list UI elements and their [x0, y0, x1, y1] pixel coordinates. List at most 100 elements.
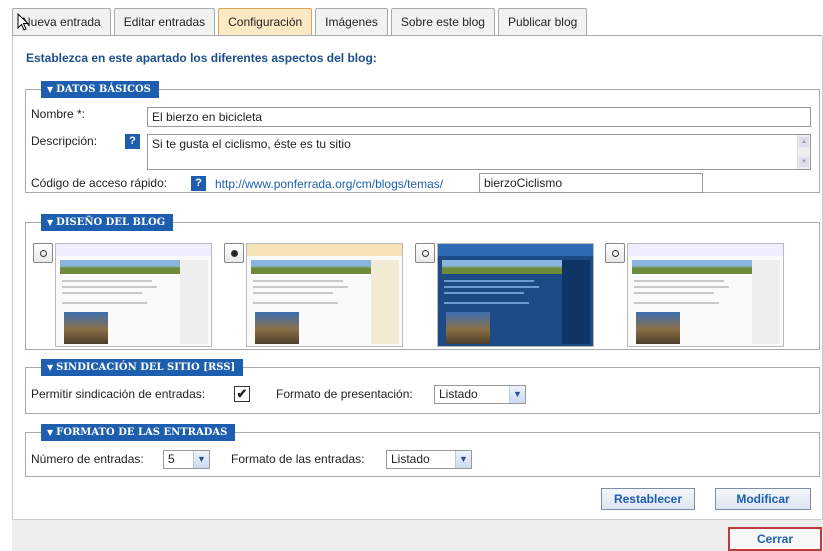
- entries-count-select[interactable]: 5 ▼: [163, 450, 210, 469]
- design-radio-3[interactable]: [415, 243, 435, 263]
- thumb-text-line: [253, 280, 343, 282]
- footer-bar: [12, 519, 823, 551]
- thumb-text-line: [634, 286, 729, 288]
- tab-editar-entradas[interactable]: Editar entradas: [113, 8, 216, 36]
- thumb-text-line: [253, 286, 348, 288]
- entries-count-label: Número de entradas:: [31, 452, 144, 466]
- scroll-down-icon[interactable]: ▼: [799, 157, 809, 167]
- thumb-photo: [636, 312, 680, 344]
- entries-format-value: Listado: [391, 452, 430, 466]
- shortcut-url: http://www.ponferrada.org/cm/blogs/temas…: [215, 177, 444, 191]
- thumb-sidebar: [371, 260, 399, 344]
- thumb-photo: [64, 312, 108, 344]
- collapse-triangle-icon[interactable]: ▼: [47, 427, 53, 437]
- design-option-4[interactable]: [605, 243, 785, 347]
- design-option-3[interactable]: [415, 243, 595, 347]
- close-button[interactable]: Cerrar: [728, 527, 822, 551]
- thumb-photo: [446, 312, 490, 344]
- description-label: Descripción:: [31, 134, 98, 148]
- thumb-photo: [255, 312, 299, 344]
- collapse-triangle-icon[interactable]: ▼: [47, 362, 53, 372]
- collapse-triangle-icon[interactable]: ▼: [47, 84, 53, 94]
- thumb-text-line: [62, 292, 142, 294]
- thumb-text-line: [444, 280, 534, 282]
- tab-bar: Nueva entrada Editar entradas Configurac…: [12, 8, 588, 36]
- thumb-header: [56, 244, 211, 256]
- design-option-2[interactable]: [224, 243, 404, 347]
- basic-data-legend-text: DATOS BÁSICOS: [56, 84, 151, 95]
- entries-count-value: 5: [168, 452, 175, 466]
- thumb-text-line: [62, 286, 157, 288]
- thumb-text-line: [62, 302, 147, 304]
- mouse-cursor-icon: [17, 13, 29, 31]
- rss-legend: ▼ SINDICACIÓN DEL SITIO [RSS]: [41, 359, 244, 376]
- config-panel: Establezca en este apartado los diferent…: [12, 36, 823, 519]
- tab-publicar-blog[interactable]: Publicar blog: [497, 8, 588, 36]
- rss-format-value: Listado: [439, 387, 478, 401]
- shortcut-help-icon[interactable]: ?: [191, 176, 206, 191]
- thumb-sidebar: [562, 260, 590, 344]
- thumb-header: [628, 244, 783, 256]
- tab-imagenes[interactable]: Imágenes: [315, 8, 388, 36]
- thumb-banner: [60, 260, 180, 274]
- thumb-text-line: [634, 292, 714, 294]
- entries-section: ▼ FORMATO DE LAS ENTRADAS Número de entra…: [25, 424, 820, 477]
- description-help-icon[interactable]: ?: [125, 134, 140, 149]
- thumb-text-line: [634, 280, 724, 282]
- rss-legend-text: SINDICACIÓN DEL SITIO [RSS]: [56, 362, 236, 373]
- rss-format-select[interactable]: Listado ▼: [434, 385, 526, 404]
- shortcut-label: Código de acceso rápido:: [31, 176, 168, 190]
- name-field[interactable]: El bierzo en bicicleta: [147, 107, 811, 127]
- design-legend-text: DISEÑO DEL BLOG: [56, 217, 166, 228]
- modify-button[interactable]: Modificar: [715, 488, 811, 510]
- entries-legend: ▼ FORMATO DE LAS ENTRADAS: [41, 424, 236, 441]
- thumb-text-line: [634, 302, 719, 304]
- tab-configuracion[interactable]: Configuración: [218, 8, 313, 36]
- entries-format-label: Formato de las entradas:: [231, 452, 365, 466]
- radio-dot: [612, 250, 619, 257]
- thumb-banner: [632, 260, 752, 274]
- chevron-down-icon[interactable]: ▼: [509, 386, 525, 403]
- design-legend: ▼ DISEÑO DEL BLOG: [41, 214, 174, 231]
- thumb-header: [438, 244, 593, 256]
- description-text: Si te gusta el ciclismo, éste es tu siti…: [152, 137, 351, 151]
- design-radio-4[interactable]: [605, 243, 625, 263]
- intro-text: Establezca en este apartado los diferent…: [26, 51, 377, 65]
- thumb-text-line: [62, 280, 152, 282]
- tab-sobre-este-blog[interactable]: Sobre este blog: [390, 8, 495, 36]
- design-thumbnail-4[interactable]: [627, 243, 784, 347]
- chevron-down-icon[interactable]: ▼: [455, 451, 471, 468]
- thumb-sidebar: [180, 260, 208, 344]
- design-thumbnail-2[interactable]: [246, 243, 403, 347]
- shortcut-field[interactable]: bierzoCiclismo: [479, 173, 703, 193]
- name-label: Nombre *:: [31, 107, 86, 121]
- radio-dot: [422, 250, 429, 257]
- thumb-text-line: [444, 292, 524, 294]
- thumb-text-line: [444, 286, 539, 288]
- basic-data-legend: ▼ DATOS BÁSICOS: [41, 81, 159, 98]
- radio-dot: [231, 250, 238, 257]
- design-section: ▼ DISEÑO DEL BLOG: [25, 214, 820, 350]
- design-option-1[interactable]: [33, 243, 213, 347]
- entries-format-select[interactable]: Listado ▼: [386, 450, 472, 469]
- description-scrollbar[interactable]: ▲ ▼: [797, 135, 810, 169]
- collapse-triangle-icon[interactable]: ▼: [47, 217, 53, 227]
- design-radio-1[interactable]: [33, 243, 53, 263]
- design-thumbnail-1[interactable]: [55, 243, 212, 347]
- scroll-up-icon[interactable]: ▲: [799, 137, 809, 147]
- thumb-banner: [442, 260, 562, 274]
- radio-dot: [40, 250, 47, 257]
- design-thumbnail-3[interactable]: [437, 243, 594, 347]
- chevron-down-icon[interactable]: ▼: [193, 451, 209, 468]
- rss-allow-checkbox[interactable]: ✔: [234, 386, 250, 402]
- thumb-text-line: [253, 302, 338, 304]
- design-radio-2[interactable]: [224, 243, 244, 263]
- rss-allow-label: Permitir sindicación de entradas:: [31, 387, 206, 401]
- rss-format-label: Formato de presentación:: [276, 387, 413, 401]
- thumb-sidebar: [752, 260, 780, 344]
- thumb-header: [247, 244, 402, 256]
- rss-section: ▼ SINDICACIÓN DEL SITIO [RSS] Permitir si…: [25, 359, 820, 414]
- reset-button[interactable]: Restablecer: [601, 488, 695, 510]
- entries-legend-text: FORMATO DE LAS ENTRADAS: [56, 427, 228, 438]
- description-field[interactable]: Si te gusta el ciclismo, éste es tu siti…: [147, 134, 811, 170]
